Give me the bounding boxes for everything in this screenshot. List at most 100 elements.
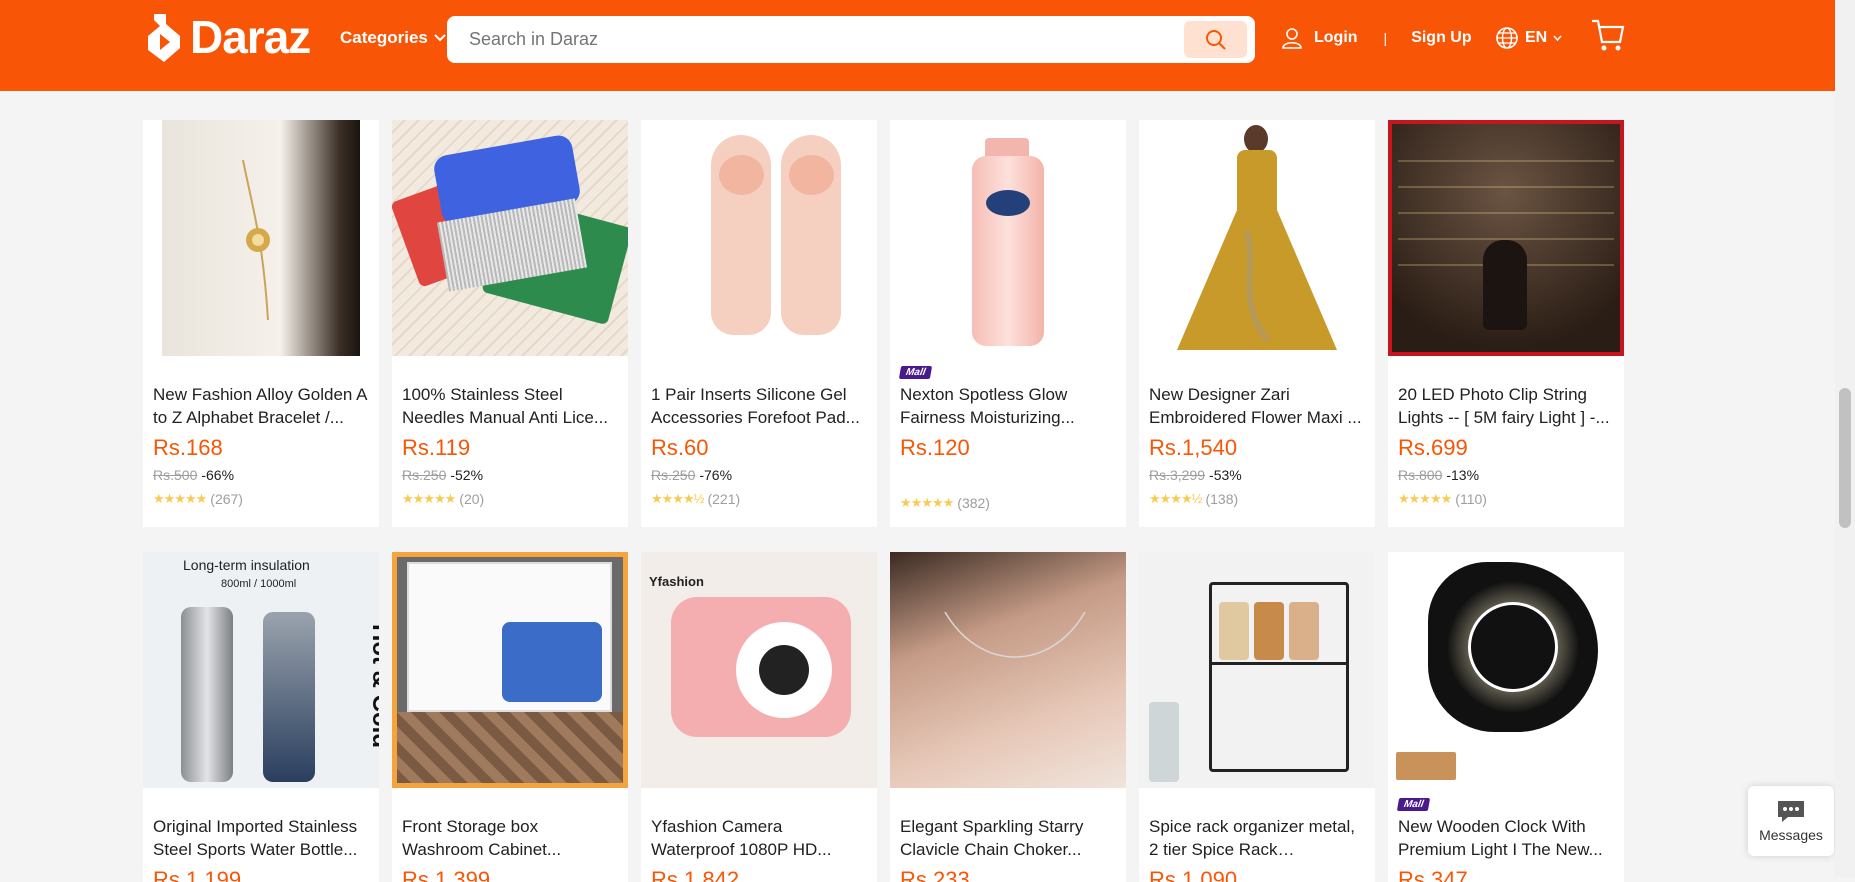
product-title: Spice rack organizer metal, 2 tier Spice…	[1149, 817, 1355, 859]
lotion-bottle-image	[890, 120, 1126, 356]
string-lights-image	[1388, 120, 1624, 356]
product-title: 1 Pair Inserts Silicone Gel Accessories …	[651, 385, 860, 427]
product-card[interactable]: Front Storage box Washroom Cabinet... Rs…	[392, 552, 628, 882]
old-price: Rs.250	[651, 467, 696, 483]
old-price: Rs.250	[402, 467, 447, 483]
mall-badge: Mall	[1396, 798, 1431, 811]
daraz-logo[interactable]: Daraz	[146, 10, 311, 64]
categories-menu[interactable]: Categories	[340, 28, 446, 48]
search-icon	[1205, 29, 1226, 50]
product-title: Yfashion Camera Waterproof 1080P HD...	[651, 817, 832, 859]
product-card[interactable]: New Designer Zari Embroidered Flower Max…	[1139, 120, 1375, 527]
review-count: (110)	[1455, 491, 1487, 507]
rating: ★★★★★ (267)	[143, 491, 379, 507]
scrollbar-thumb[interactable]	[1839, 388, 1851, 528]
product-price: Rs.347	[1398, 867, 1468, 882]
old-price: Rs.500	[153, 467, 198, 483]
lice-comb-image	[392, 120, 628, 356]
product-card[interactable]: Spice rack organizer metal, 2 tier Spice…	[1139, 552, 1375, 882]
product-title: Elegant Sparkling Starry Clavicle Chain …	[900, 817, 1084, 859]
star-rating-icon: ★★★★★	[1398, 491, 1452, 506]
bottle-side-text: Hot & Cold	[366, 624, 379, 748]
review-count: (382)	[957, 495, 990, 511]
product-price: Rs.1,199	[153, 867, 242, 882]
necklace-image	[890, 552, 1126, 788]
product-card[interactable]: New Fashion Alloy Golden A to Z Alphabet…	[143, 120, 379, 527]
review-count: (138)	[1205, 491, 1239, 507]
product-card[interactable]: Elegant Sparkling Starry Clavicle Chain …	[890, 552, 1126, 882]
price-meta: Rs.500 -66%	[143, 467, 379, 483]
product-card[interactable]: Long-term insulation 800ml / 1000ml Hot …	[143, 552, 379, 882]
product-price: Rs.233	[900, 867, 970, 882]
logo-text: Daraz	[190, 11, 311, 63]
product-card[interactable]: Mall New Wooden Clock With Premium Light…	[1388, 552, 1624, 882]
product-price: Rs.1,540	[1149, 435, 1238, 460]
product-title: New Fashion Alloy Golden A to Z Alphabet…	[153, 385, 367, 427]
price-meta: Rs.800 -13%	[1388, 467, 1624, 483]
rating: ★★★★★ (20)	[392, 491, 628, 507]
product-card[interactable]: 1 Pair Inserts Silicone Gel Accessories …	[641, 120, 877, 527]
product-price: Rs.699	[1398, 435, 1468, 460]
rating: ★★★★★ (110)	[1388, 491, 1624, 507]
rating: ★★★★½ (138)	[1139, 491, 1375, 507]
messages-button[interactable]: Messages	[1748, 786, 1834, 856]
product-price: Rs.168	[153, 435, 223, 460]
chat-icon	[1778, 801, 1804, 822]
price-meta: Rs.250 -76%	[641, 467, 877, 483]
star-rating-icon: ★★★★★	[153, 491, 207, 506]
discount: -76%	[699, 467, 733, 483]
search-input[interactable]	[469, 16, 1169, 63]
product-price: Rs.1,842	[651, 867, 740, 882]
rating: ★★★★★ (382)	[890, 495, 1126, 511]
star-rating-icon: ★★★★½	[1149, 491, 1202, 506]
product-title: Nexton Spotless Glow Fairness Moisturizi…	[900, 385, 1075, 427]
chevron-down-icon	[1553, 35, 1562, 41]
bottle-promo-text: Long-term insulation	[183, 557, 310, 573]
daraz-logo-icon	[148, 14, 180, 62]
wall-clock-image	[1388, 552, 1624, 788]
rating: ★★★★½ (221)	[641, 491, 877, 507]
product-card[interactable]: Mall Nexton Spotless Glow Fairness Moist…	[890, 120, 1126, 527]
user-icon	[1282, 28, 1302, 49]
pink-camera-image: Yfashion	[641, 552, 877, 788]
separator: |	[1383, 30, 1388, 46]
mall-badge: Mall	[898, 366, 933, 379]
search-box	[447, 16, 1255, 63]
product-card[interactable]: 100% Stainless Steel Needles Manual Anti…	[392, 120, 628, 527]
star-rating-icon: ★★★★★	[402, 491, 456, 506]
language-label: EN	[1525, 29, 1548, 46]
chevron-down-icon	[434, 34, 446, 42]
product-title: New Designer Zari Embroidered Flower Max…	[1149, 385, 1362, 427]
review-count: (20)	[459, 491, 485, 507]
maxi-dress-image	[1139, 120, 1375, 356]
search-button[interactable]	[1184, 21, 1247, 58]
product-title: 20 LED Photo Clip String Lights -- [ 5M …	[1398, 385, 1610, 427]
language-selector[interactable]: EN	[1495, 26, 1562, 50]
price-meta: Rs.3,299 -53%	[1139, 467, 1375, 483]
messages-label: Messages	[1759, 827, 1823, 843]
discount: -52%	[450, 467, 484, 483]
product-price: Rs.1,399	[402, 867, 491, 882]
bottle-promo-sub: 800ml / 1000ml	[221, 578, 297, 590]
product-title: Original Imported Stainless Steel Sports…	[153, 817, 358, 859]
product-card[interactable]: 20 LED Photo Clip String Lights -- [ 5M …	[1388, 120, 1624, 527]
old-price: Rs.800	[1398, 467, 1443, 483]
product-title: New Wooden Clock With Premium Light I Th…	[1398, 817, 1603, 859]
globe-icon	[1496, 27, 1518, 49]
old-price: Rs.3,299	[1149, 467, 1206, 483]
product-price: Rs.120	[900, 435, 970, 460]
discount: -53%	[1209, 467, 1242, 483]
price-meta	[890, 467, 1126, 487]
review-count: (267)	[210, 491, 243, 507]
login-link[interactable]: Login	[1314, 29, 1358, 47]
discount: -66%	[201, 467, 235, 483]
star-rating-icon: ★★★★★	[900, 495, 954, 510]
product-title: Front Storage box Washroom Cabinet...	[402, 817, 562, 859]
camera-brand: Yfashion	[649, 574, 704, 589]
product-card[interactable]: Yfashion Yfashion Camera Waterproof 1080…	[641, 552, 877, 882]
water-bottle-image: Long-term insulation 800ml / 1000ml Hot …	[143, 552, 379, 788]
cart-icon[interactable]	[1590, 18, 1626, 52]
signup-link[interactable]: Sign Up	[1411, 29, 1471, 47]
account-area: Login | Sign Up	[1280, 26, 1472, 50]
categories-label: Categories	[340, 28, 428, 47]
